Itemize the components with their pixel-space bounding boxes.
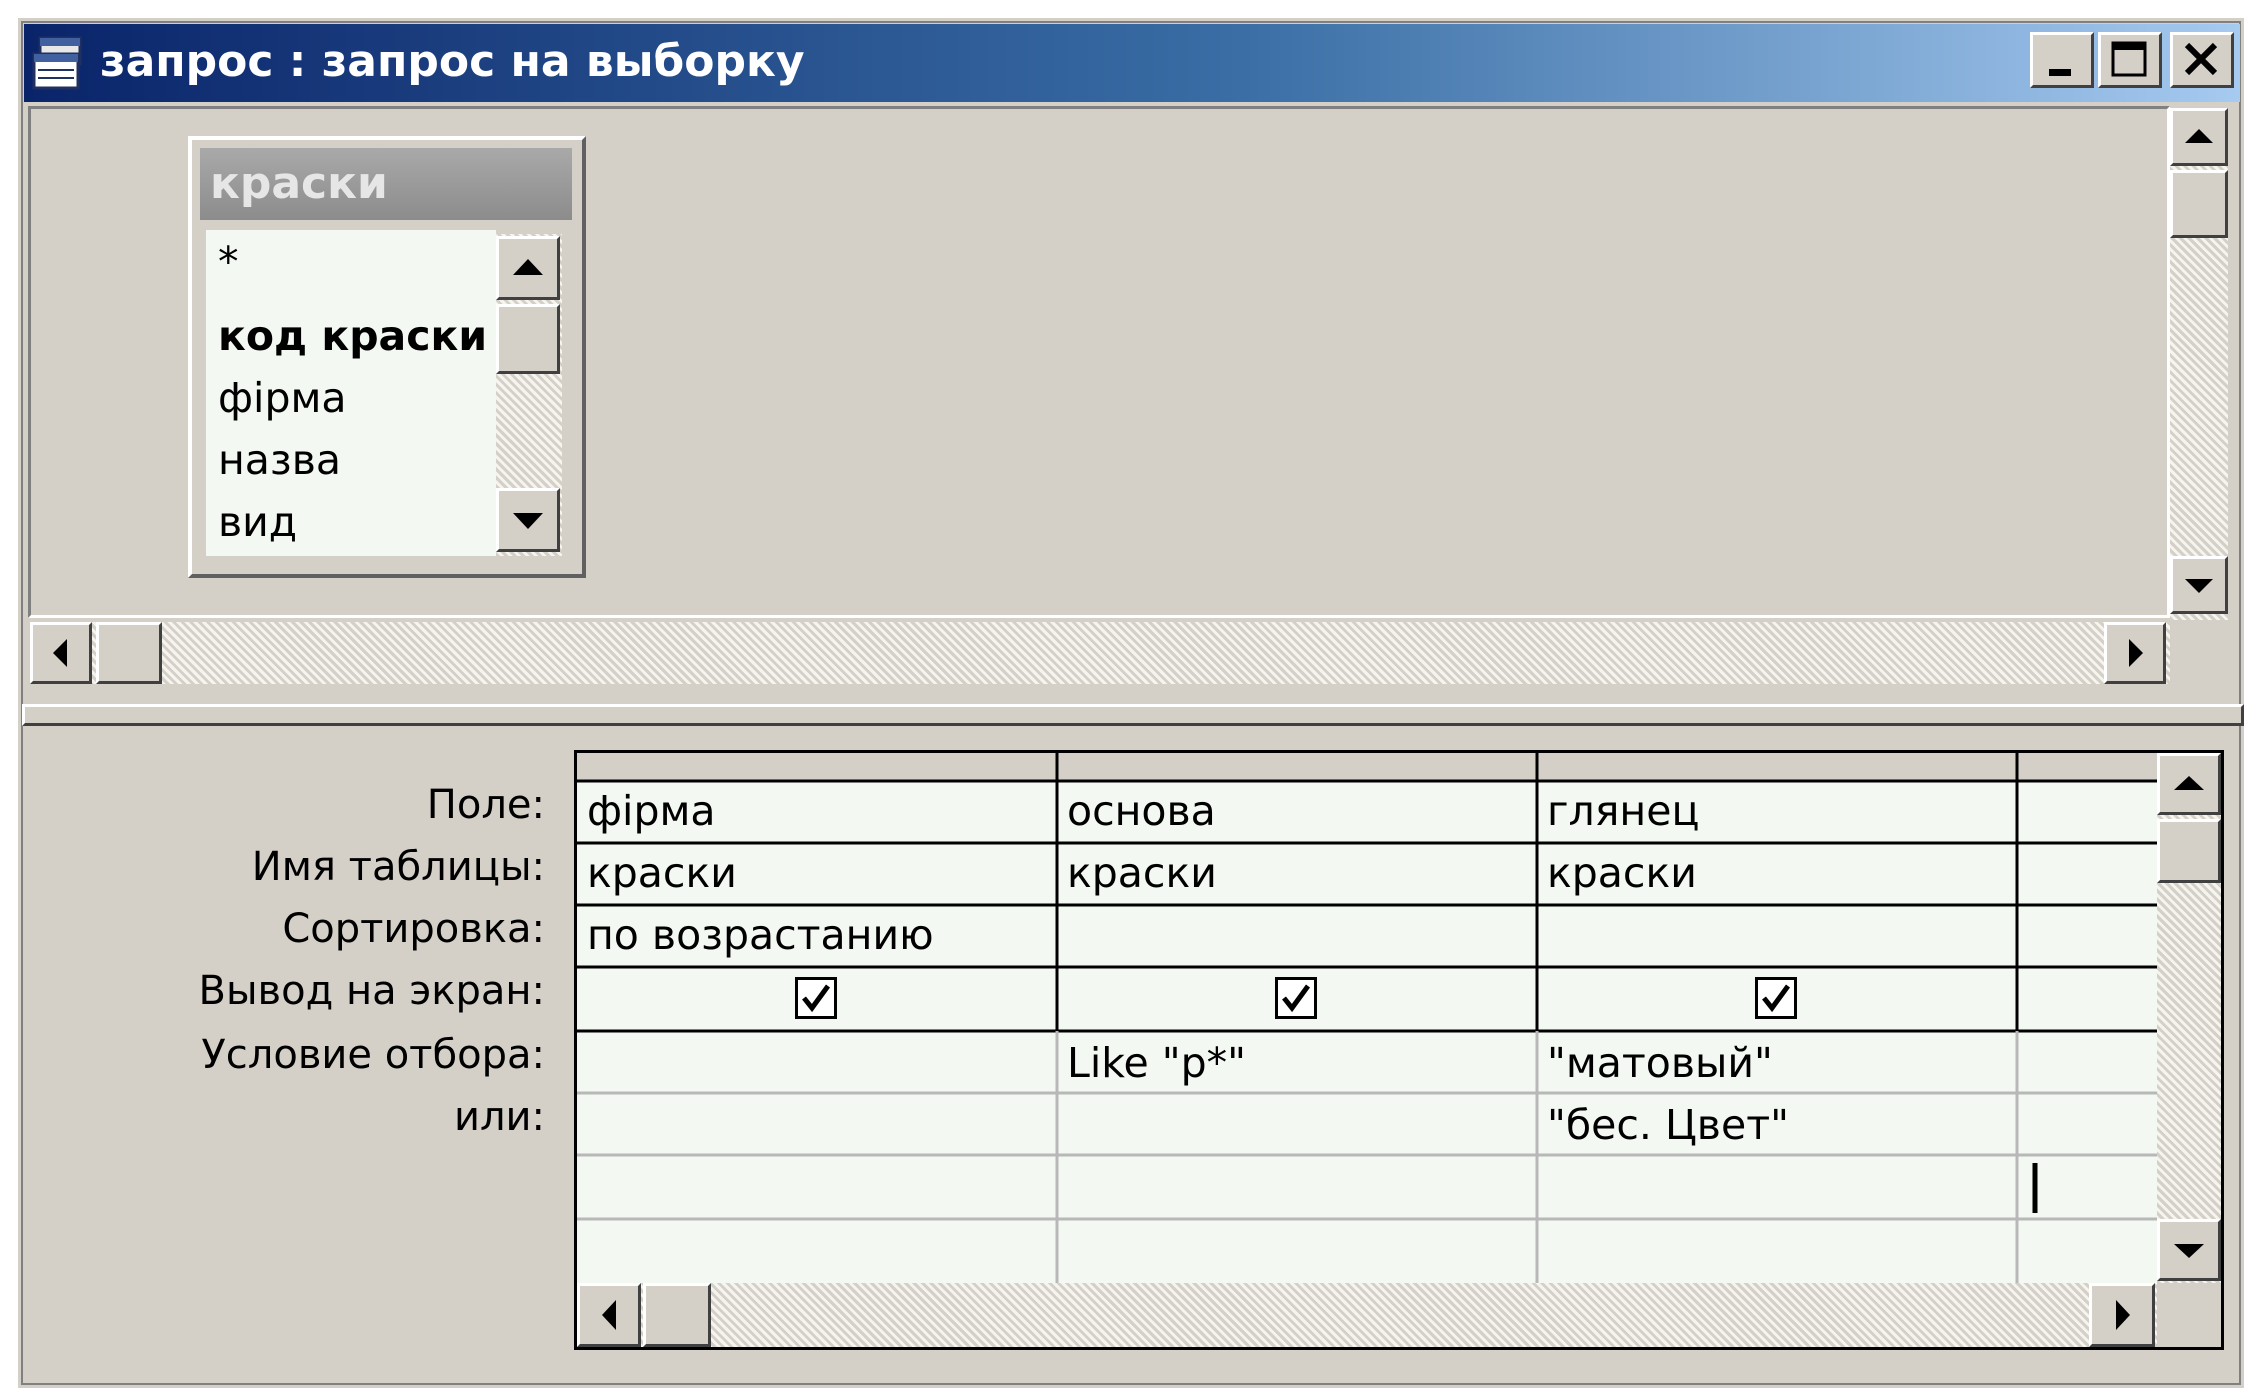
pane-splitter[interactable] [22,704,2244,726]
row-label-field: Поле: [426,782,545,828]
arrow-up-icon [2174,776,2204,790]
grid-scroll-right-button[interactable] [2089,1283,2155,1347]
grid-lines [577,753,2221,1283]
scrollbar-corner [2157,1283,2221,1347]
minimize-button[interactable] [2030,32,2094,88]
query-design-grid[interactable]: фірма краски по возрастанию основа краск… [574,750,2224,1350]
arrow-up-icon [513,259,543,275]
arrow-left-icon [602,1300,616,1330]
minimize-icon [2049,69,2071,76]
scroll-left-button[interactable] [30,622,92,684]
maximize-button[interactable] [2098,32,2162,88]
arrow-down-icon [2185,579,2213,593]
field-list-scroll-up-button[interactable] [496,236,560,300]
grid-cell-field[interactable]: глянец [1547,787,1699,835]
field-list-scroll-down-button[interactable] [496,488,560,552]
scroll-right-button[interactable] [2104,622,2166,684]
checkmark-icon [1762,984,1791,1013]
grid-cell-sort[interactable]: по возрастанию [587,911,934,959]
scroll-thumb[interactable] [2170,170,2228,238]
grid-cell-table[interactable]: краски [1067,849,1217,897]
arrow-down-icon [513,513,543,529]
table-box-title: краски [210,158,388,209]
close-button[interactable] [2170,32,2234,88]
arrow-right-icon [2129,639,2143,667]
arrow-down-icon [2174,1244,2204,1258]
field-item[interactable]: фірма [218,374,347,422]
grid-scroll-thumb[interactable] [643,1283,711,1347]
grid-scroll-left-button[interactable] [577,1283,641,1347]
arrow-right-icon [2116,1300,2130,1330]
scrollbar-corner [2170,622,2228,684]
scroll-thumb[interactable] [96,622,162,684]
grid-cell-criteria[interactable]: "матовый" [1547,1039,1773,1087]
grid-scroll-thumb[interactable] [2157,819,2221,883]
field-item-primary-key[interactable]: код краски [218,312,487,360]
show-checkbox[interactable] [795,977,837,1019]
scroll-up-button[interactable] [2170,108,2228,166]
checkmark-icon [1282,984,1311,1013]
row-label-table: Имя таблицы: [251,844,545,890]
window-title: запрос : запрос на выборку [100,36,805,87]
arrow-up-icon [2185,129,2213,143]
row-label-sort: Сортировка: [282,906,545,952]
row-label-criteria: Условие отбора: [201,1032,545,1078]
field-item[interactable]: вид [218,498,297,546]
grid-scroll-down-button[interactable] [2157,1219,2221,1281]
scroll-down-button[interactable] [2170,556,2228,614]
arrow-left-icon [53,639,67,667]
field-list-scroll-thumb[interactable] [496,304,560,374]
grid-cell-criteria[interactable]: Like "p*" [1067,1039,1246,1087]
maximize-icon [2111,41,2147,77]
grid-scroll-up-button[interactable] [2157,753,2221,815]
close-icon [2184,42,2218,76]
row-label-show: Вывод на экран: [198,968,545,1014]
grid-cell-field[interactable]: фірма [587,787,716,835]
grid-horizontal-scrollbar[interactable] [577,1283,2157,1347]
grid-cell-table[interactable]: краски [1547,849,1697,897]
grid-cell-table[interactable]: краски [587,849,737,897]
grid-cell-or[interactable]: "бес. Цвет" [1547,1101,1789,1149]
checkmark-icon [802,984,831,1013]
upper-horizontal-scrollbar[interactable] [30,622,2170,684]
show-checkbox[interactable] [1755,977,1797,1019]
field-item[interactable]: назва [218,436,341,484]
field-item-all[interactable]: * [218,238,239,286]
query-window-icon [30,34,90,94]
row-label-or: или: [453,1094,545,1140]
grid-cell-field[interactable]: основа [1067,787,1216,835]
show-checkbox[interactable] [1275,977,1317,1019]
field-list[interactable]: * код краски фірма назва вид [206,230,496,556]
